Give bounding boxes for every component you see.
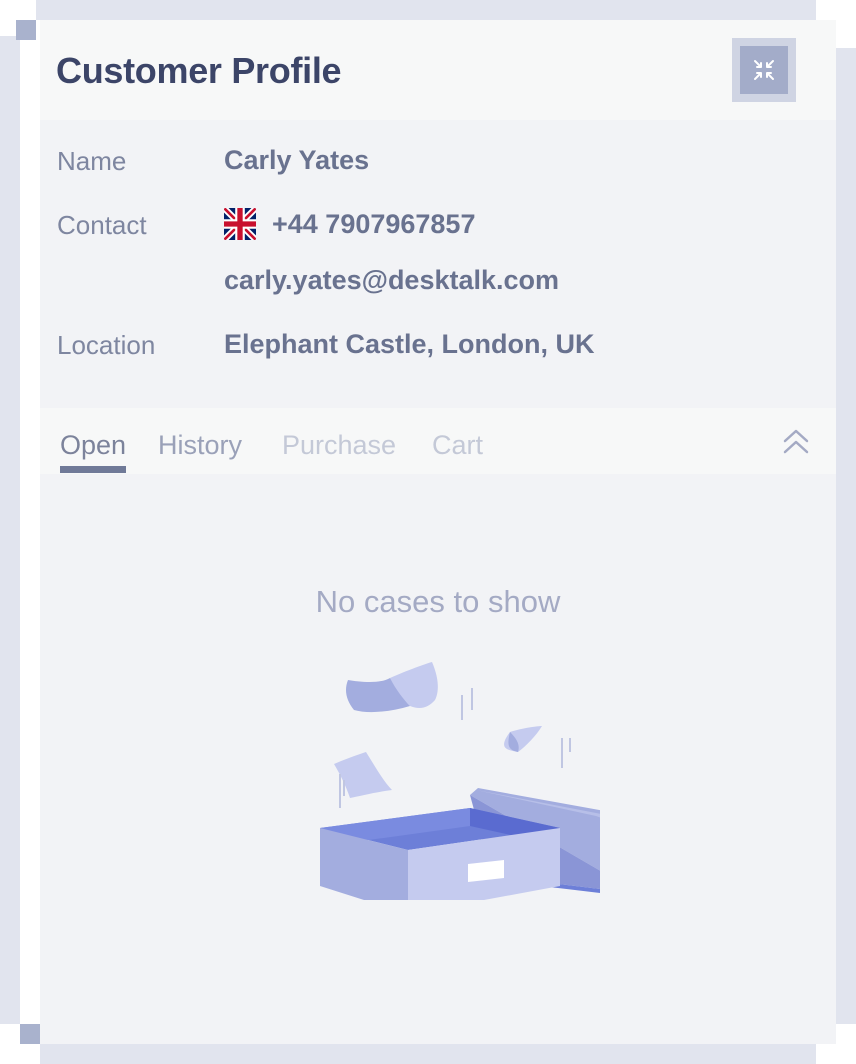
empty-state-message: No cases to show <box>315 584 561 619</box>
contact-label: Contact <box>57 210 147 240</box>
frame-right <box>836 48 856 1024</box>
tab-purchase[interactable]: Purchase <box>282 430 396 461</box>
uk-flag-icon <box>224 208 256 240</box>
email-address[interactable]: carly.yates@desktalk.com <box>224 265 559 296</box>
collapse-button[interactable] <box>732 38 796 102</box>
frame-bottom <box>40 1044 816 1064</box>
double-chevron-up-icon[interactable] <box>780 428 812 456</box>
page-title: Customer Profile <box>56 50 342 91</box>
tabs-bar: Open History Purchase Cart <box>40 408 836 474</box>
active-tab-indicator <box>60 466 126 473</box>
location-value: Elephant Castle, London, UK <box>224 329 595 359</box>
name-value: Carly Yates <box>224 145 370 175</box>
name-label: Name <box>57 146 127 176</box>
frame-corner-top-left <box>16 20 36 40</box>
frame-corner-bottom-left <box>20 1024 40 1044</box>
collapse-arrows-icon <box>740 46 788 94</box>
tab-history[interactable]: History <box>158 430 242 461</box>
frame-top <box>36 0 816 20</box>
customer-profile-card: Customer Profile Name Carly Yates Contac… <box>40 20 836 1044</box>
phone-number[interactable]: +44 7907967857 <box>272 209 475 240</box>
frame-left <box>0 36 20 1024</box>
location-label: Location <box>57 330 156 360</box>
card-header: Customer Profile <box>40 20 836 120</box>
profile-details: Name Carly Yates Contact +44 7907967857 … <box>40 120 836 408</box>
tab-open[interactable]: Open <box>60 430 126 461</box>
tab-cart[interactable]: Cart <box>432 430 483 461</box>
open-box-illustration <box>280 640 638 914</box>
